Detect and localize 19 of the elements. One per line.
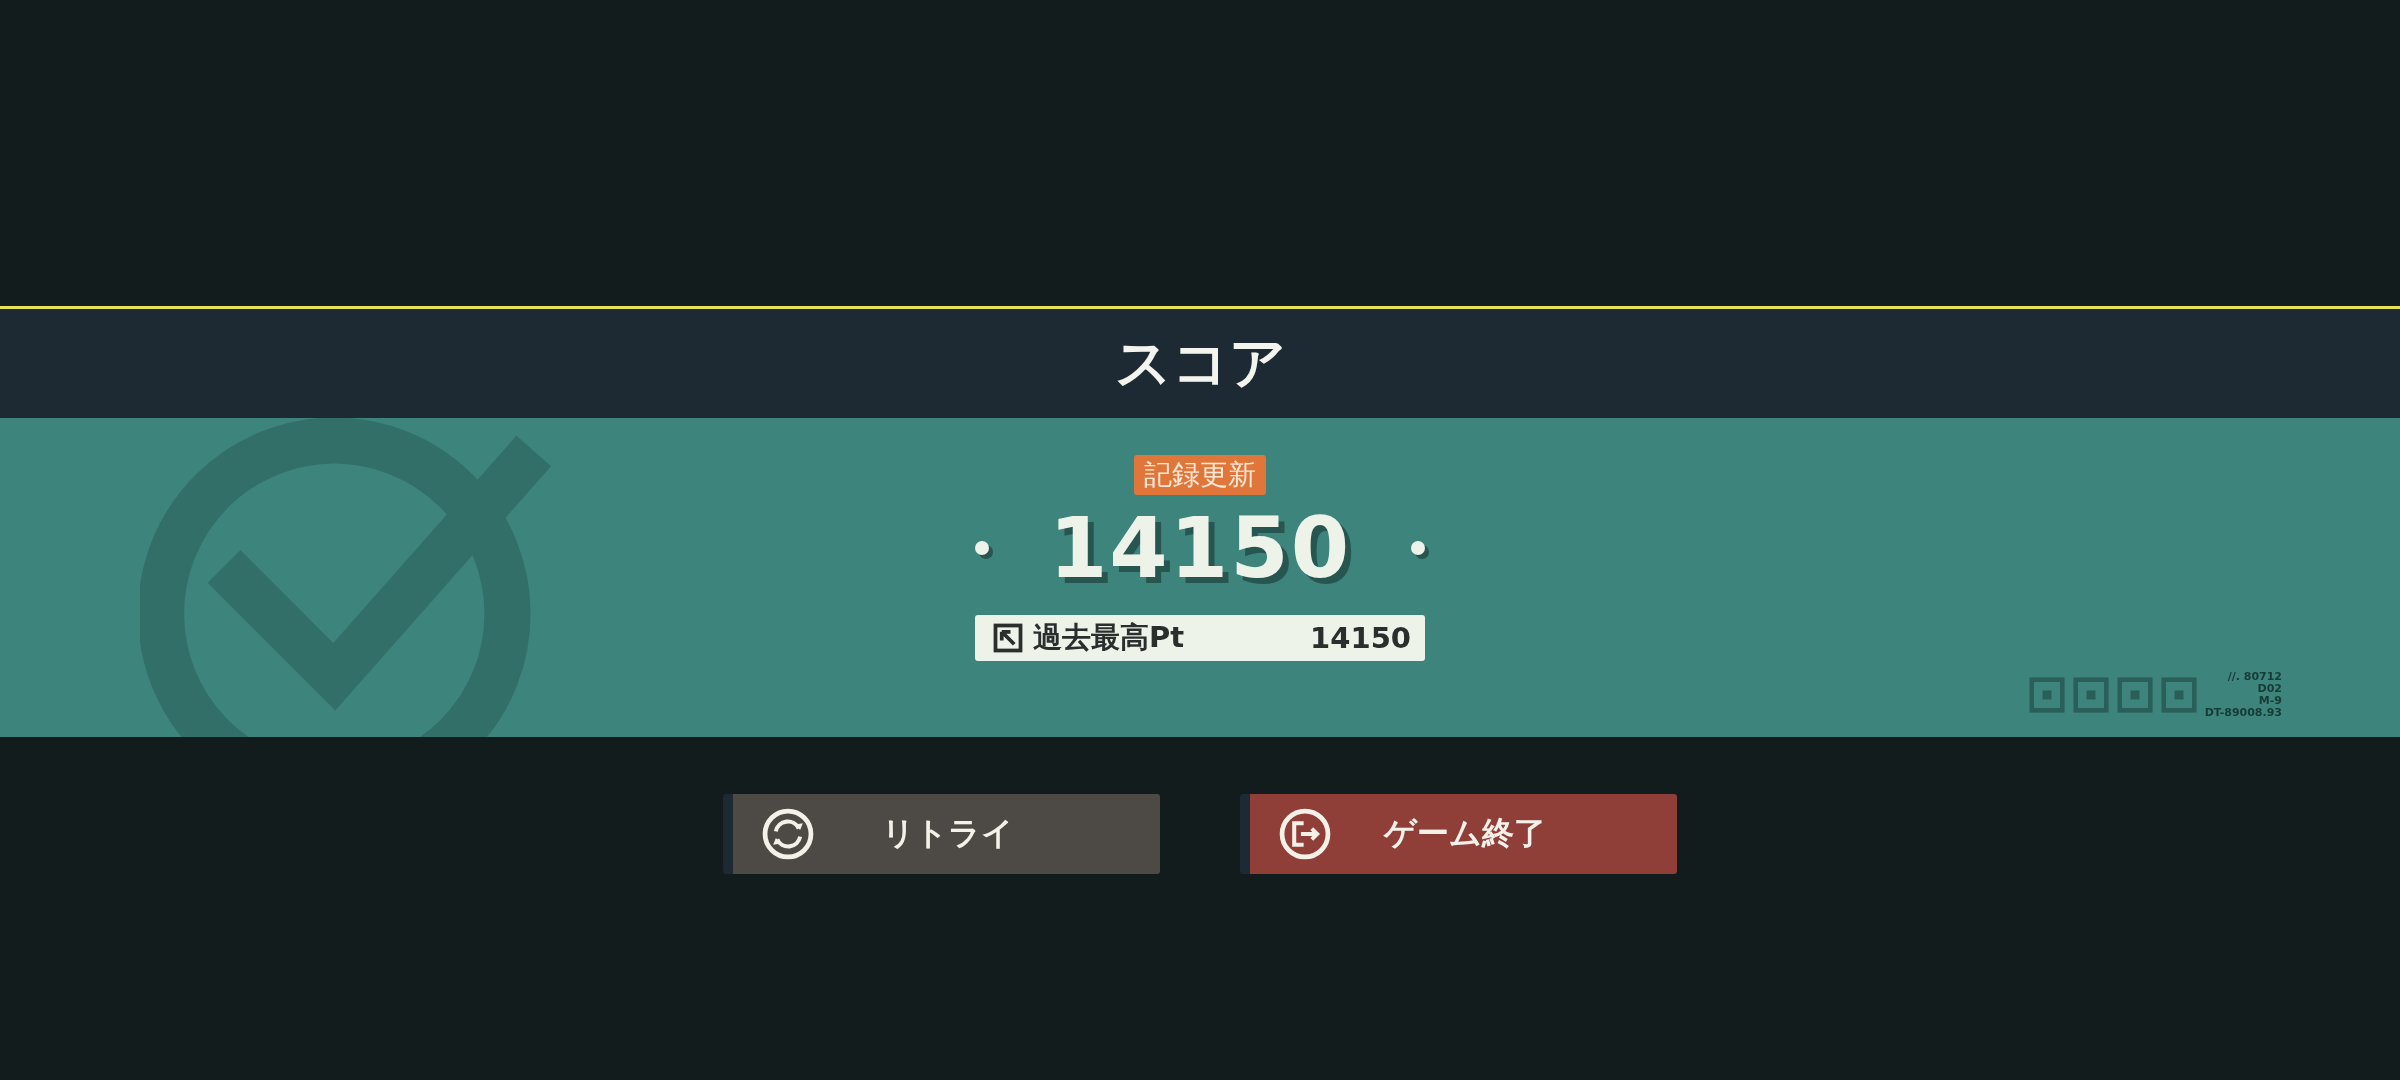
block-icon <box>2028 677 2065 713</box>
code-text: DT-89008.93 <box>2204 707 2282 719</box>
block-icon <box>2072 677 2109 713</box>
record-badge: 記録更新 <box>1134 455 1266 495</box>
dot-icon <box>974 541 989 555</box>
title: スコア <box>1114 328 1286 397</box>
best-score-value: 14150 <box>1310 621 1411 655</box>
refresh-icon <box>761 807 815 861</box>
code-text: //. 80712 <box>2227 671 2282 683</box>
dot-icon <box>1411 541 1426 555</box>
code-text: D02 <box>2257 683 2282 695</box>
exit-icon <box>1278 807 1332 861</box>
quit-button[interactable]: ゲーム終了 <box>1240 794 1677 874</box>
block-icon <box>2160 677 2197 713</box>
score: 14150 <box>1048 499 1352 597</box>
best-score-label: 過去最高Pt <box>1033 619 1186 656</box>
code-text: M-9 <box>2258 695 2282 707</box>
retry-button[interactable]: リトライ <box>723 794 1160 874</box>
block-icon <box>2116 677 2153 713</box>
